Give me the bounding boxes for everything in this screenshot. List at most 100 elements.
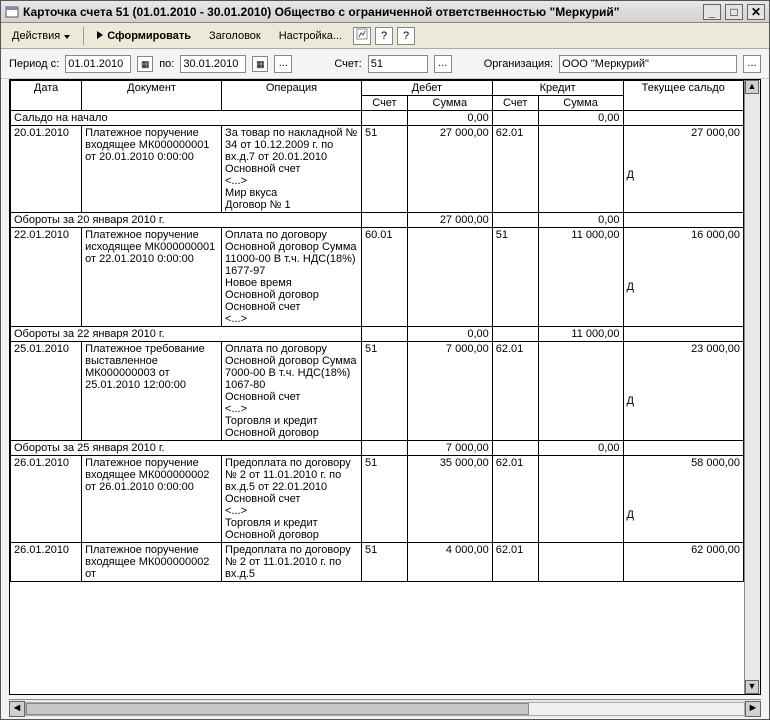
cell-doc: Платежное поручение входящее МК000000002… <box>82 543 222 582</box>
col-debit: Дебет <box>361 81 492 96</box>
turnover-credit: 0,00 <box>538 441 623 456</box>
col-credit-sum: Сумма <box>538 96 623 111</box>
opening-label: Сальдо на начало <box>11 111 362 126</box>
generate-button[interactable]: Сформировать <box>90 27 198 45</box>
dc-indicator: Д <box>627 509 740 521</box>
cell-credit-acc: 62.01 <box>492 342 538 441</box>
table-row: 26.01.2010 Платежное поручение входящее … <box>11 543 744 582</box>
window-title: Карточка счета 51 (01.01.2010 - 30.01.20… <box>23 5 703 19</box>
cell-date: 26.01.2010 <box>11 543 82 582</box>
turnover-debit: 7 000,00 <box>407 441 492 456</box>
opening-debit: 0,00 <box>407 111 492 126</box>
cell-op: За товар по накладной № 34 от 10.12.2009… <box>222 126 362 213</box>
cell-credit-acc: 62.01 <box>492 456 538 543</box>
period-to-input[interactable] <box>180 55 246 73</box>
table-row: 20.01.2010 Платежное поручение входящее … <box>11 126 744 213</box>
cell-debit-sum: 7 000,00 <box>407 342 492 441</box>
header-button[interactable]: Заголовок <box>202 27 268 45</box>
opening-credit: 0,00 <box>538 111 623 126</box>
filter-bar: Период с: ▦ по: ▦ ... Счет: ... Организа… <box>1 49 769 79</box>
play-icon <box>97 31 103 39</box>
period-select-button[interactable]: ... <box>274 55 292 73</box>
period-to-label: по: <box>159 58 174 70</box>
dc-indicator: Д <box>627 169 740 181</box>
turnover-credit: 0,00 <box>538 213 623 228</box>
cell-credit-sum <box>538 126 623 213</box>
cell-date: 26.01.2010 <box>11 456 82 543</box>
cell-op: Оплата по договору Основной договор Сумм… <box>222 228 362 327</box>
cell-credit-sum: 11 000,00 <box>538 228 623 327</box>
minimize-button[interactable]: _ <box>703 4 721 20</box>
scroll-left-button[interactable]: ◄ <box>9 701 25 717</box>
turnover-debit: 0,00 <box>407 327 492 342</box>
col-credit: Кредит <box>492 81 623 96</box>
cell-balance: 62 000,00 <box>623 543 743 582</box>
cell-debit-sum: 4 000,00 <box>407 543 492 582</box>
cell-balance: 58 000,00 Д <box>623 456 743 543</box>
dc-indicator: Д <box>627 395 740 407</box>
cell-credit-acc: 62.01 <box>492 543 538 582</box>
calendar-from-icon[interactable]: ▦ <box>137 56 153 72</box>
actions-label: Действия <box>12 30 60 42</box>
scroll-up-button[interactable]: ▲ <box>745 80 759 94</box>
cell-credit-sum <box>538 342 623 441</box>
actions-menu[interactable]: Действия <box>5 27 77 45</box>
cell-date: 25.01.2010 <box>11 342 82 441</box>
cell-op: Предоплата по договору № 2 от 11.01.2010… <box>222 543 362 582</box>
maximize-button[interactable]: □ <box>725 4 743 20</box>
dc-indicator: Д <box>627 281 740 293</box>
report-scroll-area[interactable]: ▲ ▼ Дата Документ Операция Дебет Кредит … <box>9 79 761 695</box>
org-label: Организация: <box>484 58 553 70</box>
table-row: 26.01.2010 Платежное поручение входящее … <box>11 456 744 543</box>
report-window: Карточка счета 51 (01.01.2010 - 30.01.20… <box>0 0 770 720</box>
cell-debit-acc: 51 <box>361 126 407 213</box>
col-document: Документ <box>82 81 222 111</box>
settings-button[interactable]: Настройка... <box>272 27 349 45</box>
period-from-label: Период с: <box>9 58 59 70</box>
help-button[interactable]: ? <box>397 27 415 45</box>
cell-doc: Платежное поручение входящее МК000000001… <box>82 126 222 213</box>
cell-doc: Платежное требование выставленное МК0000… <box>82 342 222 441</box>
tool-icon-1[interactable] <box>353 27 371 45</box>
turnover-label: Обороты за 25 января 2010 г. <box>11 441 362 456</box>
cell-op: Оплата по договору Основной договор Сумм… <box>222 342 362 441</box>
cell-debit-acc: 51 <box>361 456 407 543</box>
cell-date: 22.01.2010 <box>11 228 82 327</box>
cell-debit-sum: 35 000,00 <box>407 456 492 543</box>
turnover-label: Обороты за 22 января 2010 г. <box>11 327 362 342</box>
turnover-label: Обороты за 20 января 2010 г. <box>11 213 362 228</box>
turnover-row: Обороты за 20 января 2010 г. 27 000,00 0… <box>11 213 744 228</box>
calendar-to-icon[interactable]: ▦ <box>252 56 268 72</box>
toolbar: Действия Сформировать Заголовок Настройк… <box>1 23 769 49</box>
horizontal-scrollbar[interactable]: ◄ ► <box>9 699 761 717</box>
col-credit-acc: Счет <box>492 96 538 111</box>
turnover-row: Обороты за 22 января 2010 г. 0,00 11 000… <box>11 327 744 342</box>
period-from-input[interactable] <box>65 55 131 73</box>
turnover-credit: 11 000,00 <box>538 327 623 342</box>
cell-doc: Платежное поручение исходящее МК00000000… <box>82 228 222 327</box>
app-icon <box>5 5 19 19</box>
tool-icon-2[interactable]: ? <box>375 27 393 45</box>
org-input[interactable] <box>559 55 737 73</box>
scroll-down-button[interactable]: ▼ <box>745 680 759 694</box>
report-table: Дата Документ Операция Дебет Кредит Теку… <box>10 80 744 582</box>
cell-op: Предоплата по договору № 2 от 11.01.2010… <box>222 456 362 543</box>
col-date: Дата <box>11 81 82 111</box>
cell-debit-acc: 60.01 <box>361 228 407 327</box>
account-input[interactable] <box>368 55 428 73</box>
cell-credit-sum <box>538 456 623 543</box>
scroll-track[interactable] <box>25 702 745 716</box>
scroll-right-button[interactable]: ► <box>745 701 761 717</box>
cell-credit-acc: 51 <box>492 228 538 327</box>
cell-debit-acc: 51 <box>361 543 407 582</box>
scroll-thumb[interactable] <box>26 703 529 715</box>
table-row: 25.01.2010 Платежное требование выставле… <box>11 342 744 441</box>
vertical-scrollbar[interactable]: ▲ ▼ <box>744 80 760 694</box>
cell-doc: Платежное поручение входящее МК000000002… <box>82 456 222 543</box>
account-select-button[interactable]: ... <box>434 55 452 73</box>
table-row: 22.01.2010 Платежное поручение исходящее… <box>11 228 744 327</box>
account-label: Счет: <box>334 58 361 70</box>
close-button[interactable]: ✕ <box>747 4 765 20</box>
org-select-button[interactable]: ... <box>743 55 761 73</box>
cell-balance: 16 000,00 Д <box>623 228 743 327</box>
